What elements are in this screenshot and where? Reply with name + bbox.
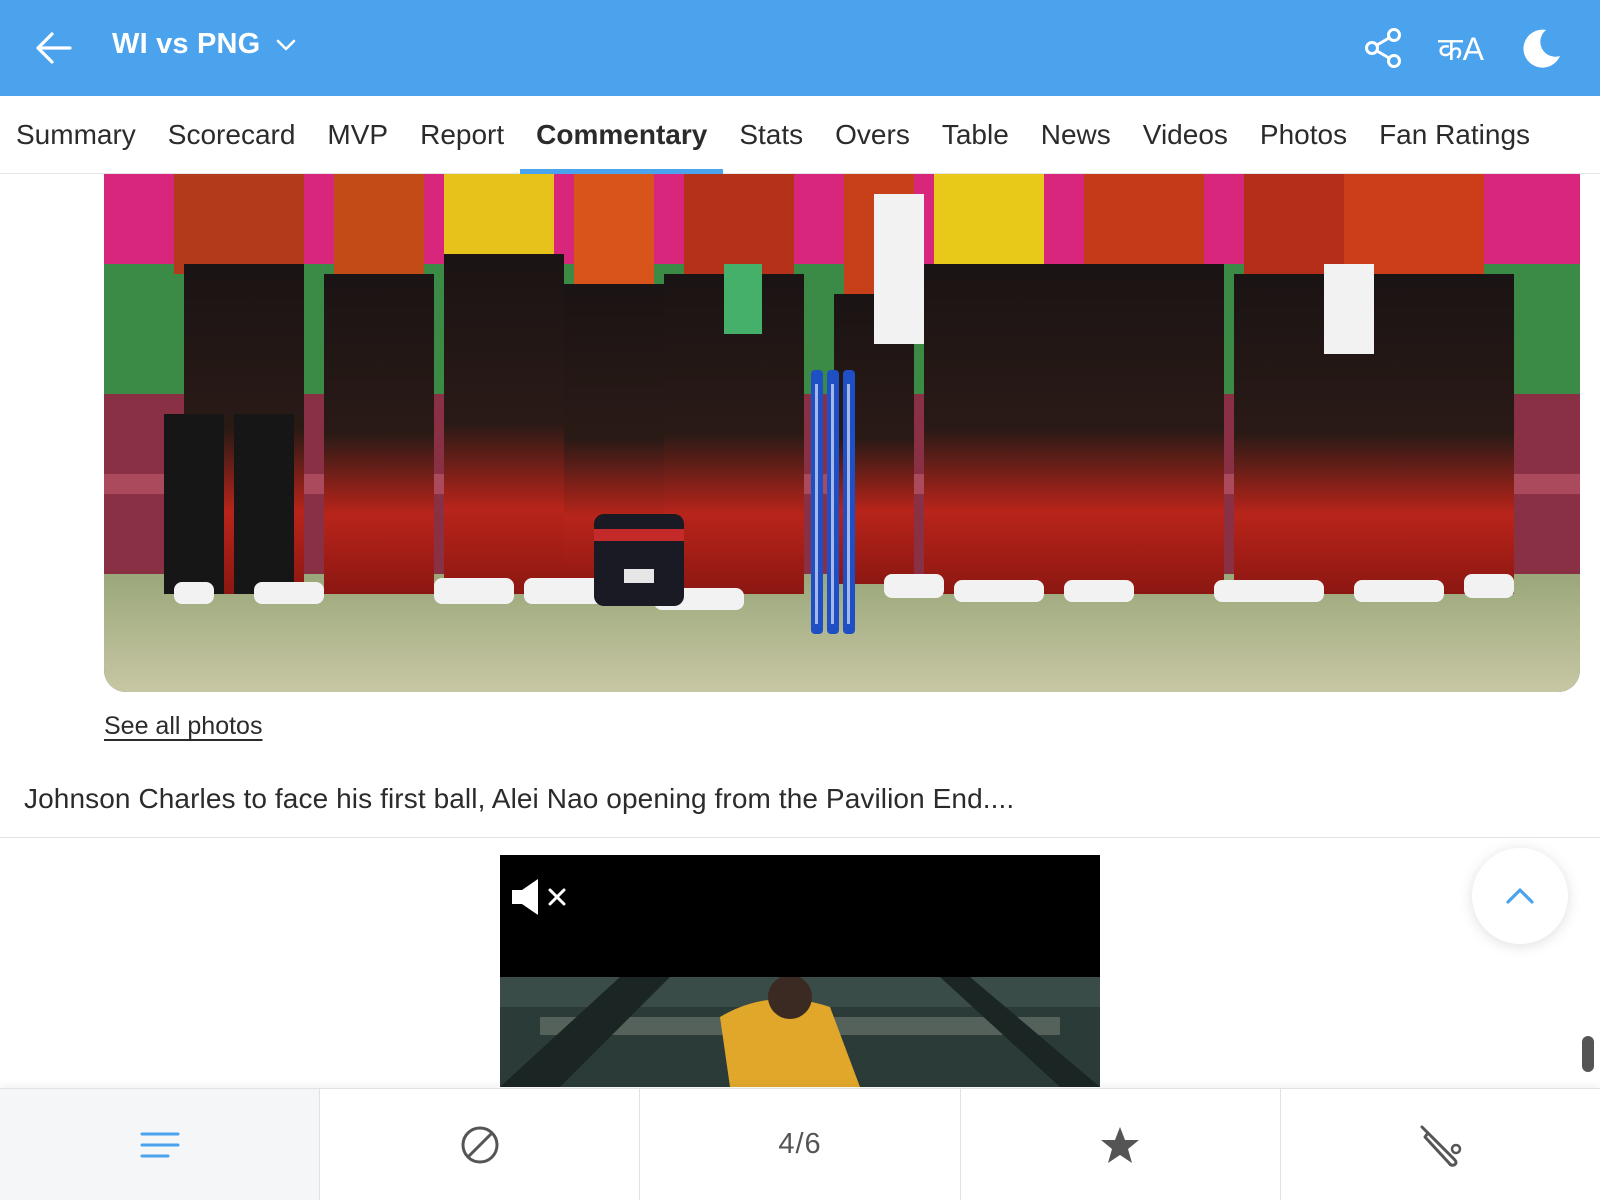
- tab-bar: Summary Scorecard MVP Report Commentary …: [0, 96, 1600, 174]
- chevron-down-icon: [277, 39, 296, 50]
- tab-label: Stats: [739, 118, 804, 150]
- bottom-nav: 4/6: [0, 1088, 1600, 1200]
- scroll-to-top-button[interactable]: [1472, 848, 1568, 944]
- tab-report[interactable]: Report: [404, 96, 520, 174]
- video-player[interactable]: [500, 855, 1100, 1087]
- live-ball-button[interactable]: [320, 1089, 641, 1200]
- tab-label: MVP: [327, 118, 389, 150]
- mute-icon[interactable]: [510, 877, 572, 917]
- video-thumbnail: [500, 977, 1100, 1087]
- tab-videos[interactable]: Videos: [1127, 96, 1244, 174]
- tab-summary[interactable]: Summary: [0, 96, 152, 174]
- tab-table[interactable]: Table: [926, 96, 1025, 174]
- share-icon[interactable]: [1360, 24, 1408, 72]
- bat-icon: [1420, 1125, 1462, 1167]
- tab-commentary[interactable]: Commentary: [520, 96, 724, 174]
- batting-button[interactable]: [1281, 1089, 1600, 1200]
- tab-scorecard[interactable]: Scorecard: [152, 96, 312, 174]
- commentary-text: Johnson Charles to face his first ball, …: [24, 783, 1015, 814]
- menu-button[interactable]: [0, 1089, 321, 1200]
- chevron-up-icon: [1506, 888, 1534, 904]
- tab-news[interactable]: News: [1025, 96, 1127, 174]
- tab-photos[interactable]: Photos: [1244, 96, 1363, 174]
- tab-label: Commentary: [536, 118, 708, 150]
- match-photo[interactable]: [104, 174, 1580, 692]
- back-arrow-icon[interactable]: [34, 28, 74, 68]
- tab-label: Summary: [16, 118, 136, 150]
- language-icon[interactable]: कA: [1437, 24, 1485, 72]
- tab-label: Overs: [835, 118, 910, 150]
- match-title: WI vs PNG: [112, 28, 261, 60]
- tab-label: Table: [941, 118, 1009, 150]
- match-selector[interactable]: WI vs PNG: [112, 28, 298, 61]
- tab-fan-ratings[interactable]: Fan Ratings: [1363, 96, 1546, 174]
- tab-label: Scorecard: [167, 118, 296, 150]
- page-indicator[interactable]: 4/6: [640, 1089, 961, 1200]
- tab-label: Videos: [1142, 118, 1228, 150]
- tab-label: News: [1040, 118, 1111, 150]
- menu-icon: [140, 1132, 180, 1157]
- tab-overs[interactable]: Overs: [819, 96, 926, 174]
- tab-mvp[interactable]: MVP: [311, 96, 404, 174]
- tab-stats[interactable]: Stats: [723, 96, 819, 174]
- moon-icon[interactable]: [1518, 24, 1566, 72]
- players-illustration: [104, 174, 1580, 692]
- tab-label: Report: [420, 118, 505, 150]
- app-header: WI vs PNG कA: [0, 0, 1600, 96]
- divider: [0, 837, 1600, 838]
- tab-label: Fan Ratings: [1379, 118, 1531, 150]
- language-icon-text: कA: [1438, 30, 1484, 67]
- page-indicator-text: 4/6: [778, 1128, 822, 1160]
- star-icon: [1101, 1126, 1140, 1163]
- tab-label: Photos: [1259, 118, 1348, 150]
- see-all-photos-link[interactable]: See all photos: [104, 712, 262, 741]
- ball-icon: [461, 1126, 499, 1163]
- scrollbar-thumb[interactable]: [1582, 1036, 1594, 1072]
- favourite-button[interactable]: [961, 1089, 1281, 1200]
